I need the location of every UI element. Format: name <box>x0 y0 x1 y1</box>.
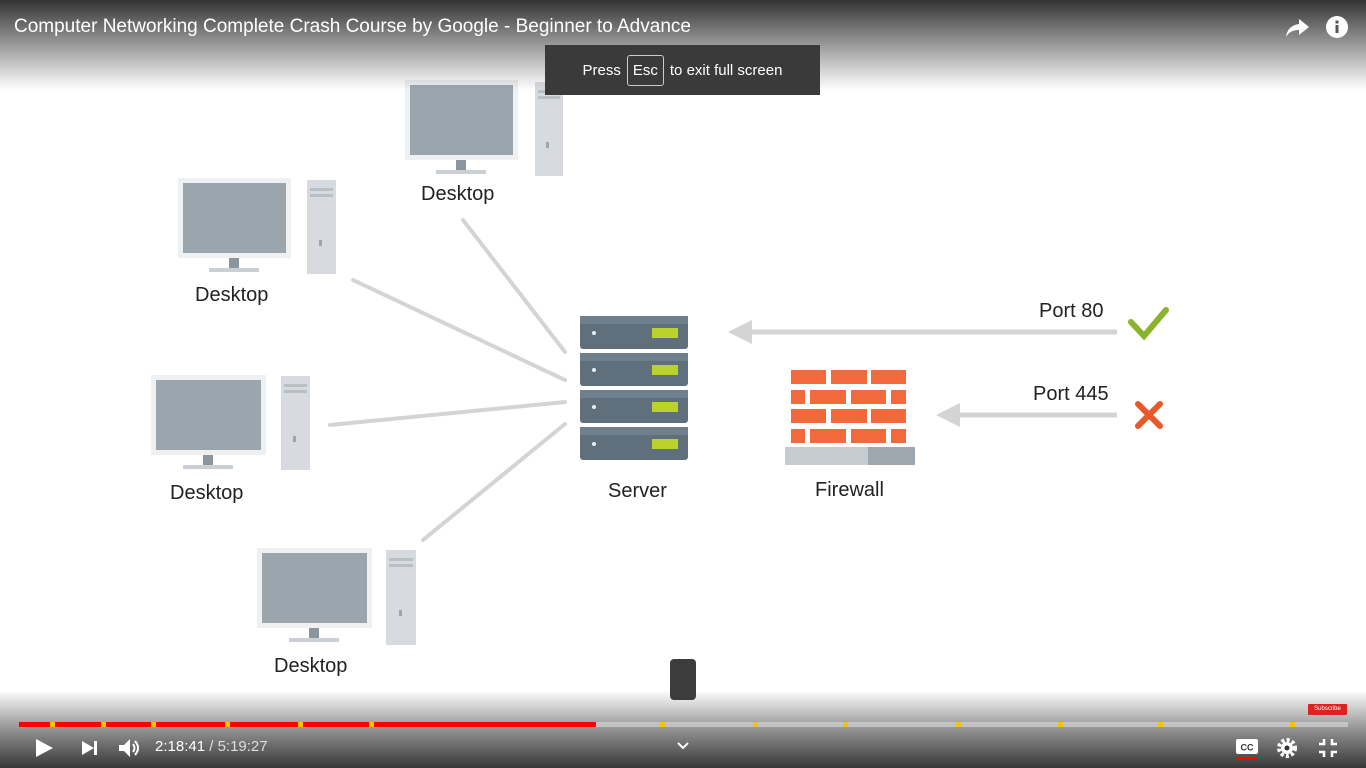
chapter-marker <box>150 722 156 727</box>
settings-button[interactable] <box>1276 736 1298 760</box>
firewall-label: Firewall <box>815 479 884 501</box>
chapter-marker <box>659 722 665 727</box>
share-icon <box>1286 19 1309 37</box>
bottom-overlay <box>0 690 1366 768</box>
volume-button[interactable] <box>117 736 143 760</box>
arrow-port-80 <box>728 320 1117 344</box>
chapter-marker <box>298 722 304 727</box>
chapter-marker <box>842 722 848 727</box>
chapter-marker <box>101 722 107 727</box>
svg-text:CC: CC <box>1241 743 1254 753</box>
time-current: 2:18:41 <box>155 738 206 755</box>
port-80-label: Port 80 <box>1039 300 1104 322</box>
gear-icon <box>1277 738 1297 758</box>
esc-key: Esc <box>626 54 664 86</box>
chapter-marker <box>955 722 961 727</box>
chapter-marker <box>49 722 55 727</box>
connection-line <box>328 400 567 427</box>
exit-fullscreen-icon <box>1319 739 1337 757</box>
chevron-down-icon <box>677 742 689 750</box>
network-diagram <box>151 80 1169 645</box>
subscribe-badge[interactable]: Subscribe <box>1308 704 1347 715</box>
desktop-label: Desktop <box>421 183 495 205</box>
video-title[interactable]: Computer Networking Complete Crash Cours… <box>14 16 691 38</box>
cross-icon <box>1135 401 1163 429</box>
desktop-computer-icon <box>405 80 563 176</box>
connection-line <box>351 278 567 382</box>
connection-line <box>461 218 567 354</box>
video-player[interactable]: Desktop Desktop Desktop Desktop Server F… <box>0 0 1366 768</box>
captions-icon: CC <box>1236 739 1258 760</box>
play-button[interactable] <box>33 736 55 760</box>
time-duration: 5:19:27 <box>217 738 268 755</box>
chapter-marker <box>1157 722 1163 727</box>
progress-bar[interactable] <box>19 722 1348 727</box>
chapter-marker <box>1058 722 1064 727</box>
chapter-marker <box>1289 722 1295 727</box>
connection-lines <box>328 218 567 542</box>
chapter-marker <box>368 722 374 727</box>
storyboard-drag-handle[interactable] <box>670 659 696 700</box>
checkmark-icon <box>1128 307 1169 341</box>
chapter-expand-button[interactable] <box>676 738 690 752</box>
info-icon <box>1326 16 1348 38</box>
port-445-label: Port 445 <box>1033 383 1109 405</box>
volume-icon <box>119 739 139 757</box>
server-rack-icon <box>580 316 688 460</box>
time-display: 2:18:41 / 5:19:27 <box>155 738 268 755</box>
next-icon <box>82 741 97 755</box>
time-separator: / <box>209 738 214 755</box>
desktop-label: Desktop <box>195 284 269 306</box>
fullscreen-notice-suffix: to exit full screen <box>669 61 783 79</box>
desktop-label: Desktop <box>274 655 348 677</box>
next-button[interactable] <box>79 736 101 760</box>
fullscreen-notice-prefix: Press <box>582 61 621 79</box>
connection-line <box>421 422 567 542</box>
chapter-marker <box>752 722 758 727</box>
desktop-label: Desktop <box>170 482 244 504</box>
play-icon <box>36 739 53 757</box>
exit-fullscreen-button[interactable] <box>1317 736 1339 760</box>
desktop-computer-icon <box>178 178 336 274</box>
firewall-wall-icon <box>785 370 915 465</box>
fullscreen-notice: Press Esc to exit full screen <box>545 45 820 95</box>
share-button[interactable] <box>1284 14 1310 40</box>
captions-button[interactable]: CC <box>1235 736 1259 762</box>
chapter-marker <box>224 722 230 727</box>
video-frame: Desktop Desktop Desktop Desktop Server F… <box>0 0 1366 768</box>
arrow-port-445 <box>936 403 1117 427</box>
desktop-computer-icon <box>151 375 310 470</box>
desktop-computer-icon <box>257 548 416 645</box>
server-label: Server <box>608 480 667 502</box>
info-button[interactable] <box>1325 14 1351 40</box>
